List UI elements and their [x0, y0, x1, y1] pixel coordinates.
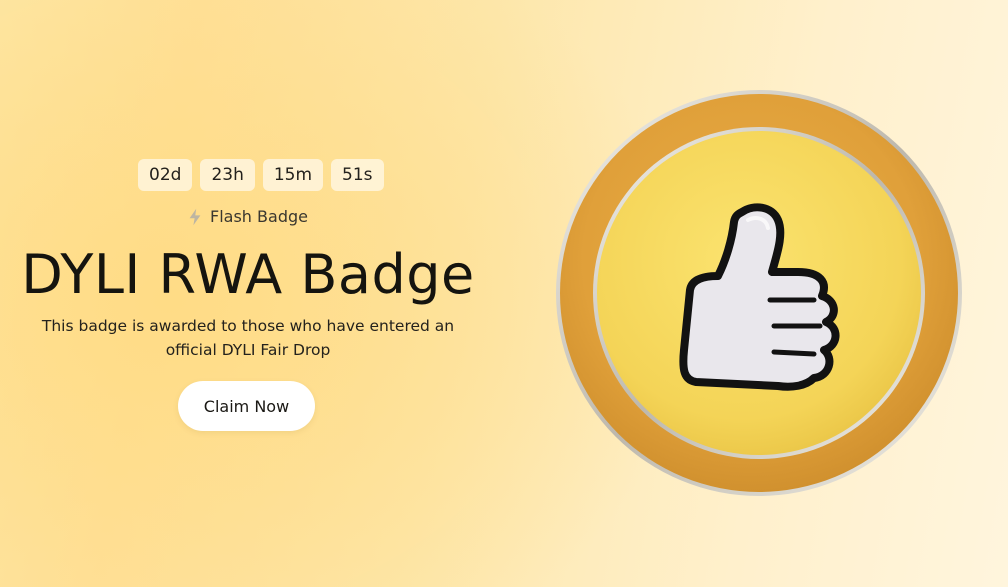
countdown-hours: 23h: [200, 159, 255, 191]
lightning-icon: [188, 208, 202, 226]
countdown-minutes: 15m: [262, 159, 324, 191]
hero-content: 02d 23h 15m 51s Flash Badge DYLI RWA Bad…: [0, 0, 496, 587]
badge-image: [554, 88, 964, 498]
countdown-seconds: 51s: [331, 159, 384, 191]
badge-type-label: Flash Badge: [210, 207, 308, 226]
badge-description: This badge is awarded to those who have …: [41, 317, 455, 359]
countdown-timer: 02d 23h 15m 51s: [138, 159, 384, 191]
claim-now-button[interactable]: Claim Now: [178, 381, 315, 431]
badge-type-tag: Flash Badge: [0, 207, 496, 226]
countdown-days: 02d: [138, 159, 193, 191]
page-title: DYLI RWA Badge: [21, 243, 475, 306]
